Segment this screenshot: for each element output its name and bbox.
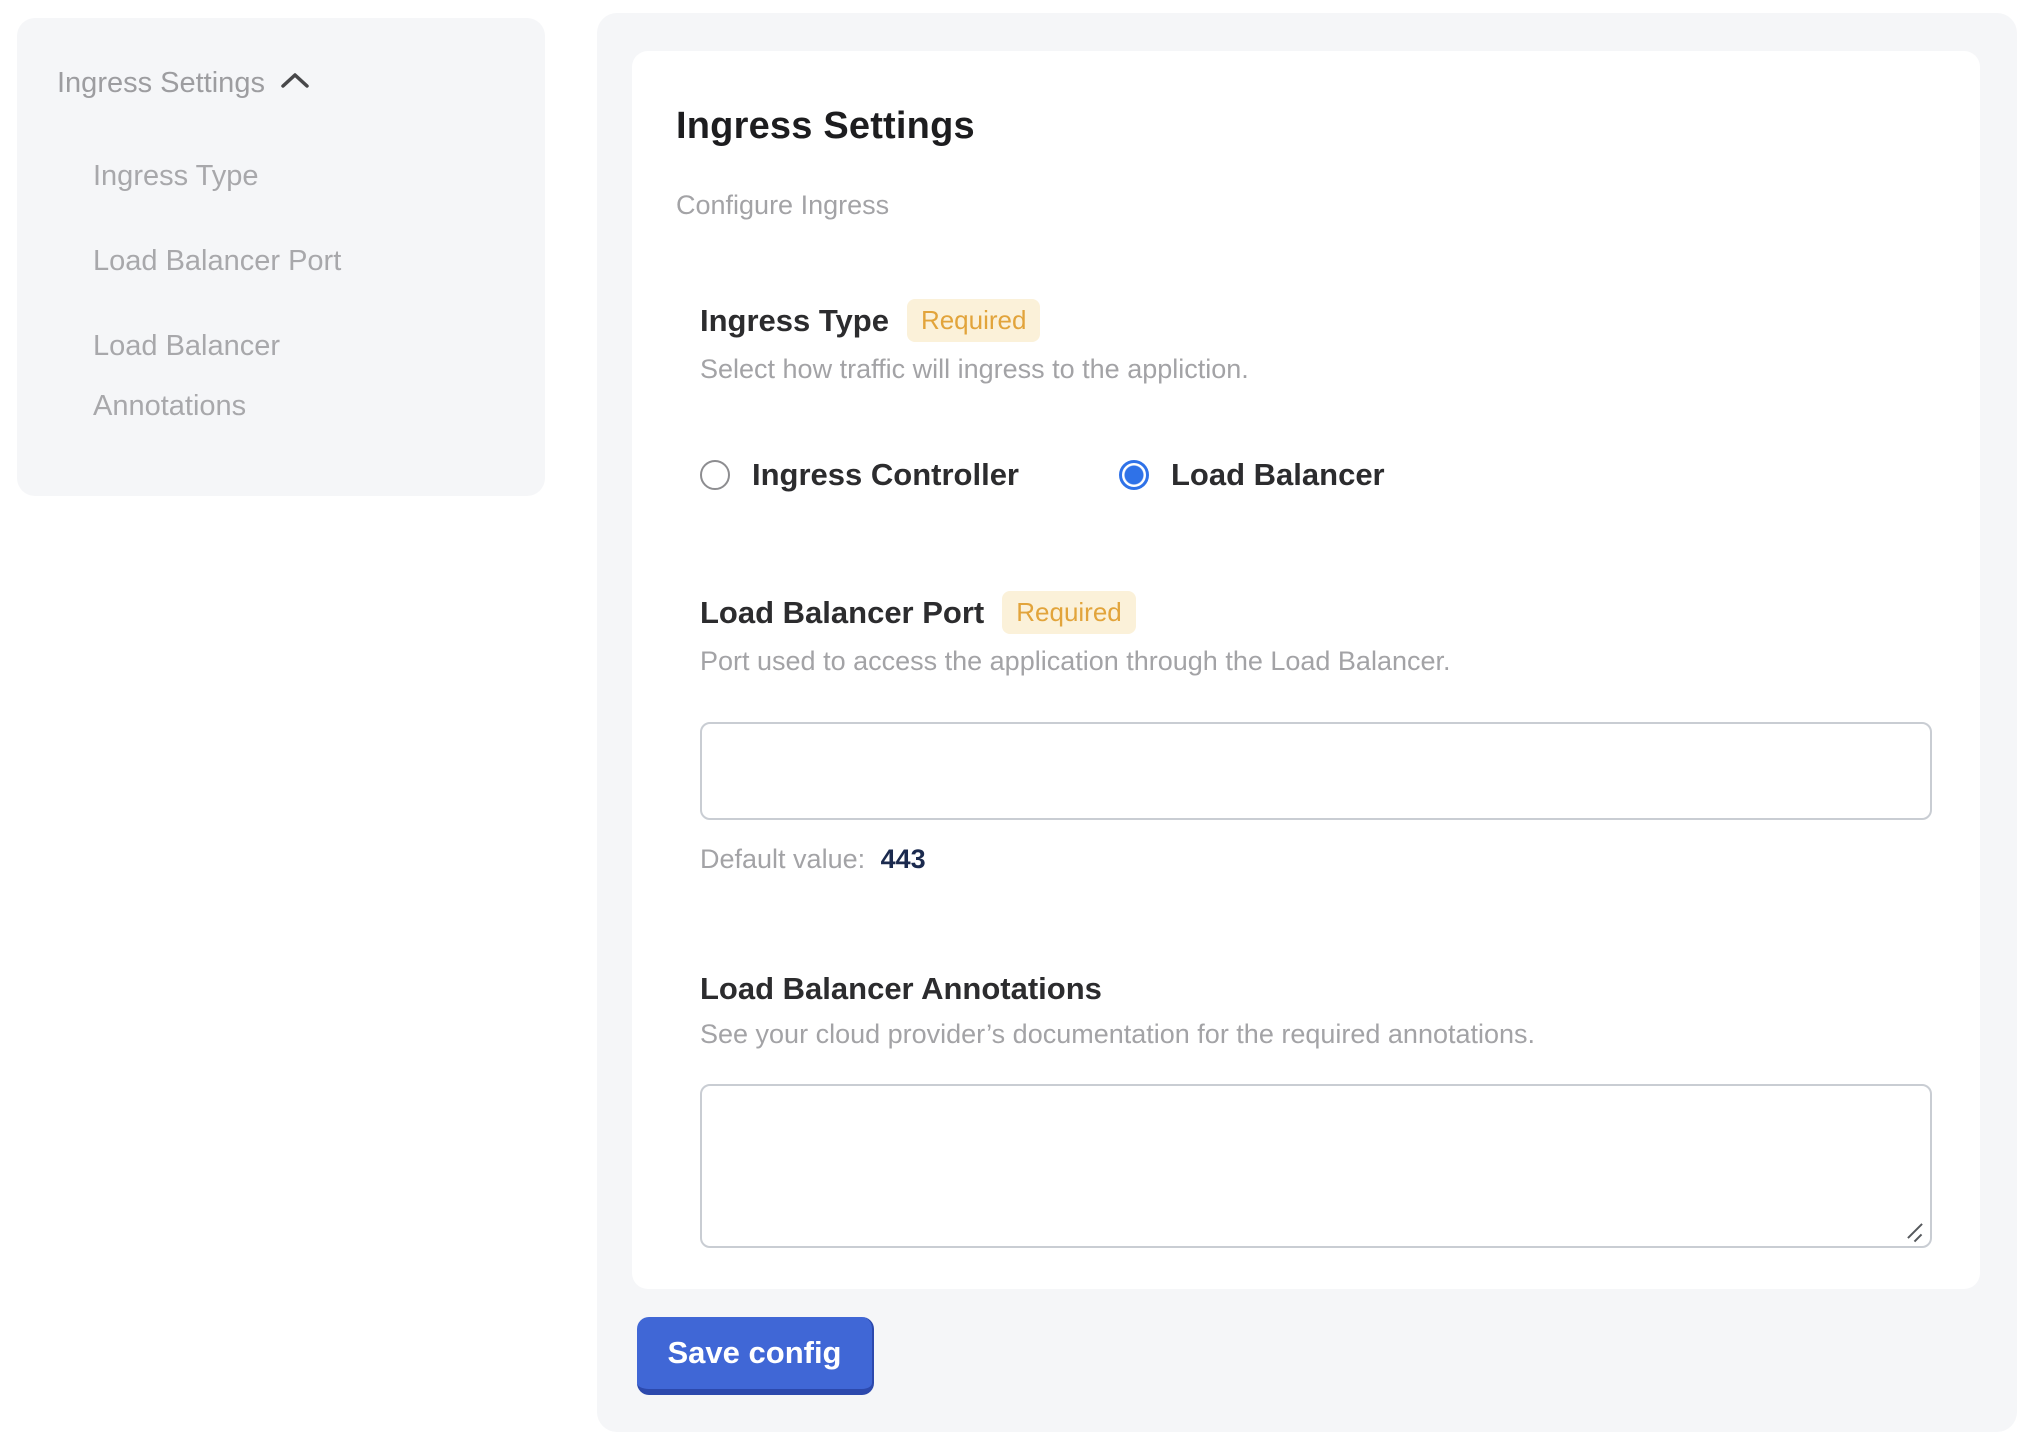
default-value-line: Default value: 443 (700, 844, 1932, 875)
required-badge: Required (907, 299, 1041, 342)
radio-label: Load Balancer (1171, 457, 1385, 493)
load-balancer-port-input[interactable] (700, 722, 1932, 820)
radio-selected-icon (1119, 460, 1149, 490)
sidebar-item-load-balancer-port[interactable]: Load Balancer Port (93, 231, 433, 291)
annotations-textarea-wrap (700, 1084, 1932, 1248)
radio-label: Ingress Controller (752, 457, 1019, 493)
settings-panel: Ingress Settings Configure Ingress Ingre… (597, 13, 2017, 1432)
sidebar-header-label: Ingress Settings (57, 67, 265, 100)
sidebar-item-list: Ingress Type Load Balancer Port Load Bal… (57, 146, 515, 436)
default-value-label: Default value: (700, 844, 865, 874)
section-heading: Load Balancer Port (700, 595, 984, 631)
default-value: 443 (881, 844, 926, 874)
page-title: Ingress Settings (676, 105, 1932, 148)
section-ingress-type: Ingress Type Required Select how traffic… (700, 299, 1932, 493)
section-heading: Ingress Type (700, 303, 889, 339)
section-load-balancer-port: Load Balancer Port Required Port used to… (700, 591, 1932, 875)
load-balancer-annotations-textarea[interactable] (700, 1084, 1932, 1248)
ingress-settings-card: Ingress Settings Configure Ingress Ingre… (632, 51, 1980, 1289)
required-badge: Required (1002, 591, 1136, 634)
sidebar-item-ingress-type[interactable]: Ingress Type (93, 146, 433, 206)
radio-unselected-icon (700, 460, 730, 490)
settings-sidebar: Ingress Settings Ingress Type Load Balan… (17, 18, 545, 496)
chevron-up-icon (279, 66, 311, 100)
section-description: Select how traffic will ingress to the a… (700, 354, 1932, 385)
section-description: See your cloud provider’s documentation … (700, 1019, 1932, 1050)
section-load-balancer-annotations: Load Balancer Annotations See your cloud… (700, 971, 1932, 1248)
section-description: Port used to access the application thro… (700, 646, 1932, 677)
page-subtitle: Configure Ingress (676, 190, 1932, 221)
radio-ingress-controller[interactable]: Ingress Controller (700, 457, 1019, 493)
page: Ingress Settings Ingress Type Load Balan… (0, 0, 2036, 1452)
save-config-button[interactable]: Save config (637, 1317, 874, 1395)
resize-handle-icon[interactable] (1904, 1220, 1926, 1242)
radio-load-balancer[interactable]: Load Balancer (1119, 457, 1385, 493)
sidebar-header-ingress-settings[interactable]: Ingress Settings (57, 66, 515, 100)
sidebar-item-load-balancer-annotations[interactable]: Load Balancer Annotations (93, 316, 433, 436)
section-heading: Load Balancer Annotations (700, 971, 1102, 1007)
ingress-type-radio-group: Ingress Controller Load Balancer (700, 457, 1932, 493)
